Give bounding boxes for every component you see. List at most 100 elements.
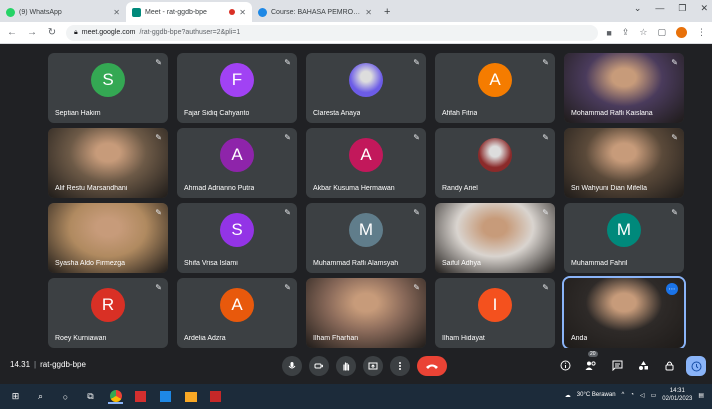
file-explorer-icon[interactable] <box>183 389 198 404</box>
participant-tile[interactable]: S ✎ Septian Hakim <box>48 53 168 123</box>
participant-tile[interactable]: ⋯ Anda <box>562 276 686 350</box>
mic-muted-icon: ✎ <box>155 208 162 217</box>
search-icon[interactable]: ⌕ <box>33 389 48 404</box>
participant-tile[interactable]: ✎ Syasha Aldo Firmezga <box>48 203 168 273</box>
participant-tile[interactable]: ✎ Ilham Fharhan <box>306 278 426 348</box>
network-icon[interactable]: ◔ <box>630 392 634 398</box>
tab-title: Meet - rat-ggdb-bpe <box>145 8 207 16</box>
task-view-icon[interactable]: ⧉ <box>83 389 98 404</box>
mic-muted-icon: ✎ <box>155 133 162 142</box>
participant-name: Sri Wahyuni Dian Mifella <box>571 185 647 192</box>
participant-avatar: A <box>349 137 383 172</box>
app-icon-blue[interactable] <box>158 389 173 404</box>
info-icon <box>560 360 570 370</box>
close-icon[interactable]: ✕ <box>239 8 246 17</box>
whatsapp-icon <box>6 7 15 17</box>
windows-taskbar: ⊞ ⌕ ○ ⧉ ☁ 30°C Berawan ^ ◔ ◁ ▭ 14:31 02/… <box>0 384 712 409</box>
bookmark-star-icon[interactable]: ☆ <box>639 27 647 38</box>
weather-text[interactable]: 30°C Berawan <box>577 392 616 398</box>
participant-tile[interactable]: I ✎ Ilham Hidayat <box>435 278 555 348</box>
mic-muted-icon: ✎ <box>155 283 162 292</box>
mic-muted-icon: ✎ <box>413 58 420 67</box>
browser-tab-strip: (9) WhatsApp ✕ Meet - rat-ggdb-bpe ✕ Cou… <box>0 0 712 22</box>
participant-avatar: S <box>220 212 254 247</box>
meeting-info-button[interactable] <box>558 358 572 372</box>
participant-name: Claresta Anaya <box>313 110 361 117</box>
share-icon[interactable]: ⇪ <box>622 27 630 38</box>
pdf-reader-icon[interactable] <box>208 389 223 404</box>
taskbar-clock[interactable]: 14:31 02/01/2023 <box>662 387 692 403</box>
reload-button[interactable]: ↻ <box>46 27 58 38</box>
mic-muted-icon: ✎ <box>671 133 678 142</box>
participant-avatar: A <box>220 287 254 322</box>
windows-start-icon[interactable]: ⊞ <box>8 389 23 404</box>
participant-tile[interactable]: F ✎ Fajar Sidiq Cahyanto <box>177 53 297 123</box>
activities-button[interactable] <box>636 358 650 372</box>
camera-in-use-icon[interactable]: ■ <box>606 28 611 38</box>
more-options-button[interactable] <box>390 356 410 376</box>
lock-icon: 🔒︎ <box>74 28 78 36</box>
host-controls-button[interactable] <box>662 358 676 372</box>
microphone-button[interactable] <box>282 356 302 376</box>
mic-muted-icon: ✎ <box>413 208 420 217</box>
minimize-button[interactable]: — <box>655 3 664 14</box>
battery-icon[interactable]: ▭ <box>651 392 657 399</box>
meeting-control-bar: 14.31 | rat-ggdb-bpe 20 <box>0 348 712 384</box>
forward-button[interactable]: → <box>26 27 38 38</box>
tray-overflow-icon[interactable]: ^ <box>622 392 625 398</box>
mic-muted-icon: ✎ <box>284 283 291 292</box>
participant-tile[interactable]: ✎ Alif Restu Marsandhani <box>48 128 168 198</box>
participant-tile[interactable]: ✎ Claresta Anaya <box>306 53 426 123</box>
participant-name: Muhammad Rafli Alamsyah <box>313 260 399 267</box>
volume-icon[interactable]: ◁ <box>640 392 645 399</box>
participant-tile[interactable]: A ✎ Afifah Fitria <box>435 53 555 123</box>
sidebar-icon[interactable]: ▢ <box>657 27 666 38</box>
restore-button[interactable]: ❐ <box>678 3 686 14</box>
mic-muted-icon: ✎ <box>542 283 549 292</box>
chat-icon <box>612 360 622 371</box>
chrome-icon[interactable] <box>108 389 123 404</box>
call-controls <box>282 356 447 376</box>
participant-tile[interactable]: ✎ Randy Ariel <box>435 128 555 198</box>
raise-hand-button[interactable] <box>336 356 356 376</box>
tab-whatsapp[interactable]: (9) WhatsApp ✕ <box>0 2 126 22</box>
address-bar[interactable]: 🔒︎ meet.google.com/rat-ggdb-bpe?authuser… <box>66 24 599 41</box>
app-icon-red[interactable] <box>133 389 148 404</box>
tile-options-icon[interactable]: ⋯ <box>666 283 678 295</box>
participant-tile[interactable]: A ✎ Ahmad Adrianno Putra <box>177 128 297 198</box>
participant-tile[interactable]: M ✎ Muhammad Fahril <box>564 203 684 273</box>
participant-tile[interactable]: R ✎ Roey Kurniawan <box>48 278 168 348</box>
mic-muted-icon: ✎ <box>284 133 291 142</box>
close-window-button[interactable]: ✕ <box>700 3 708 14</box>
lock-person-icon <box>665 361 673 370</box>
close-icon[interactable]: ✕ <box>365 8 372 17</box>
leave-call-button[interactable] <box>417 356 447 376</box>
mic-muted-icon: ✎ <box>542 208 549 217</box>
participant-tile[interactable]: M ✎ Muhammad Rafli Alamsyah <box>306 203 426 273</box>
tab-course[interactable]: Course: BAHASA PEMROGRAMAN ✕ <box>252 2 378 22</box>
participant-avatar: M <box>349 212 383 247</box>
participant-tile[interactable]: ✎ Mohammad Rafli Kaislana <box>564 53 684 123</box>
participant-tile[interactable]: A ✎ Akbar Kusuma Hermawan <box>306 128 426 198</box>
people-button[interactable]: 20 <box>584 351 598 372</box>
profile-avatar[interactable] <box>676 27 687 38</box>
new-tab-button[interactable]: + <box>378 2 396 22</box>
companion-mode-button[interactable] <box>686 356 706 376</box>
chat-button[interactable] <box>610 358 624 372</box>
cortana-icon[interactable]: ○ <box>58 389 73 404</box>
participant-name: Randy Ariel <box>442 185 478 192</box>
camera-button[interactable] <box>309 356 329 376</box>
participant-tile[interactable]: A ✎ Ardelia Adzra <box>177 278 297 348</box>
back-button[interactable]: ← <box>6 27 18 38</box>
tab-search-icon[interactable]: ⌄ <box>634 3 642 14</box>
participant-tile[interactable]: ✎ Saiful Adhya <box>435 203 555 273</box>
participant-tile[interactable]: ✎ Sri Wahyuni Dian Mifella <box>564 128 684 198</box>
close-icon[interactable]: ✕ <box>113 8 120 17</box>
present-button[interactable] <box>363 356 383 376</box>
meeting-time: 14.31 <box>10 360 31 369</box>
tab-meet[interactable]: Meet - rat-ggdb-bpe ✕ <box>126 2 252 22</box>
participant-name: Alif Restu Marsandhani <box>55 185 128 192</box>
notifications-icon[interactable]: ▤ <box>698 392 704 399</box>
participant-tile[interactable]: S ✎ Shifa Vrisa Islami <box>177 203 297 273</box>
menu-icon[interactable]: ⋮ <box>697 27 706 38</box>
